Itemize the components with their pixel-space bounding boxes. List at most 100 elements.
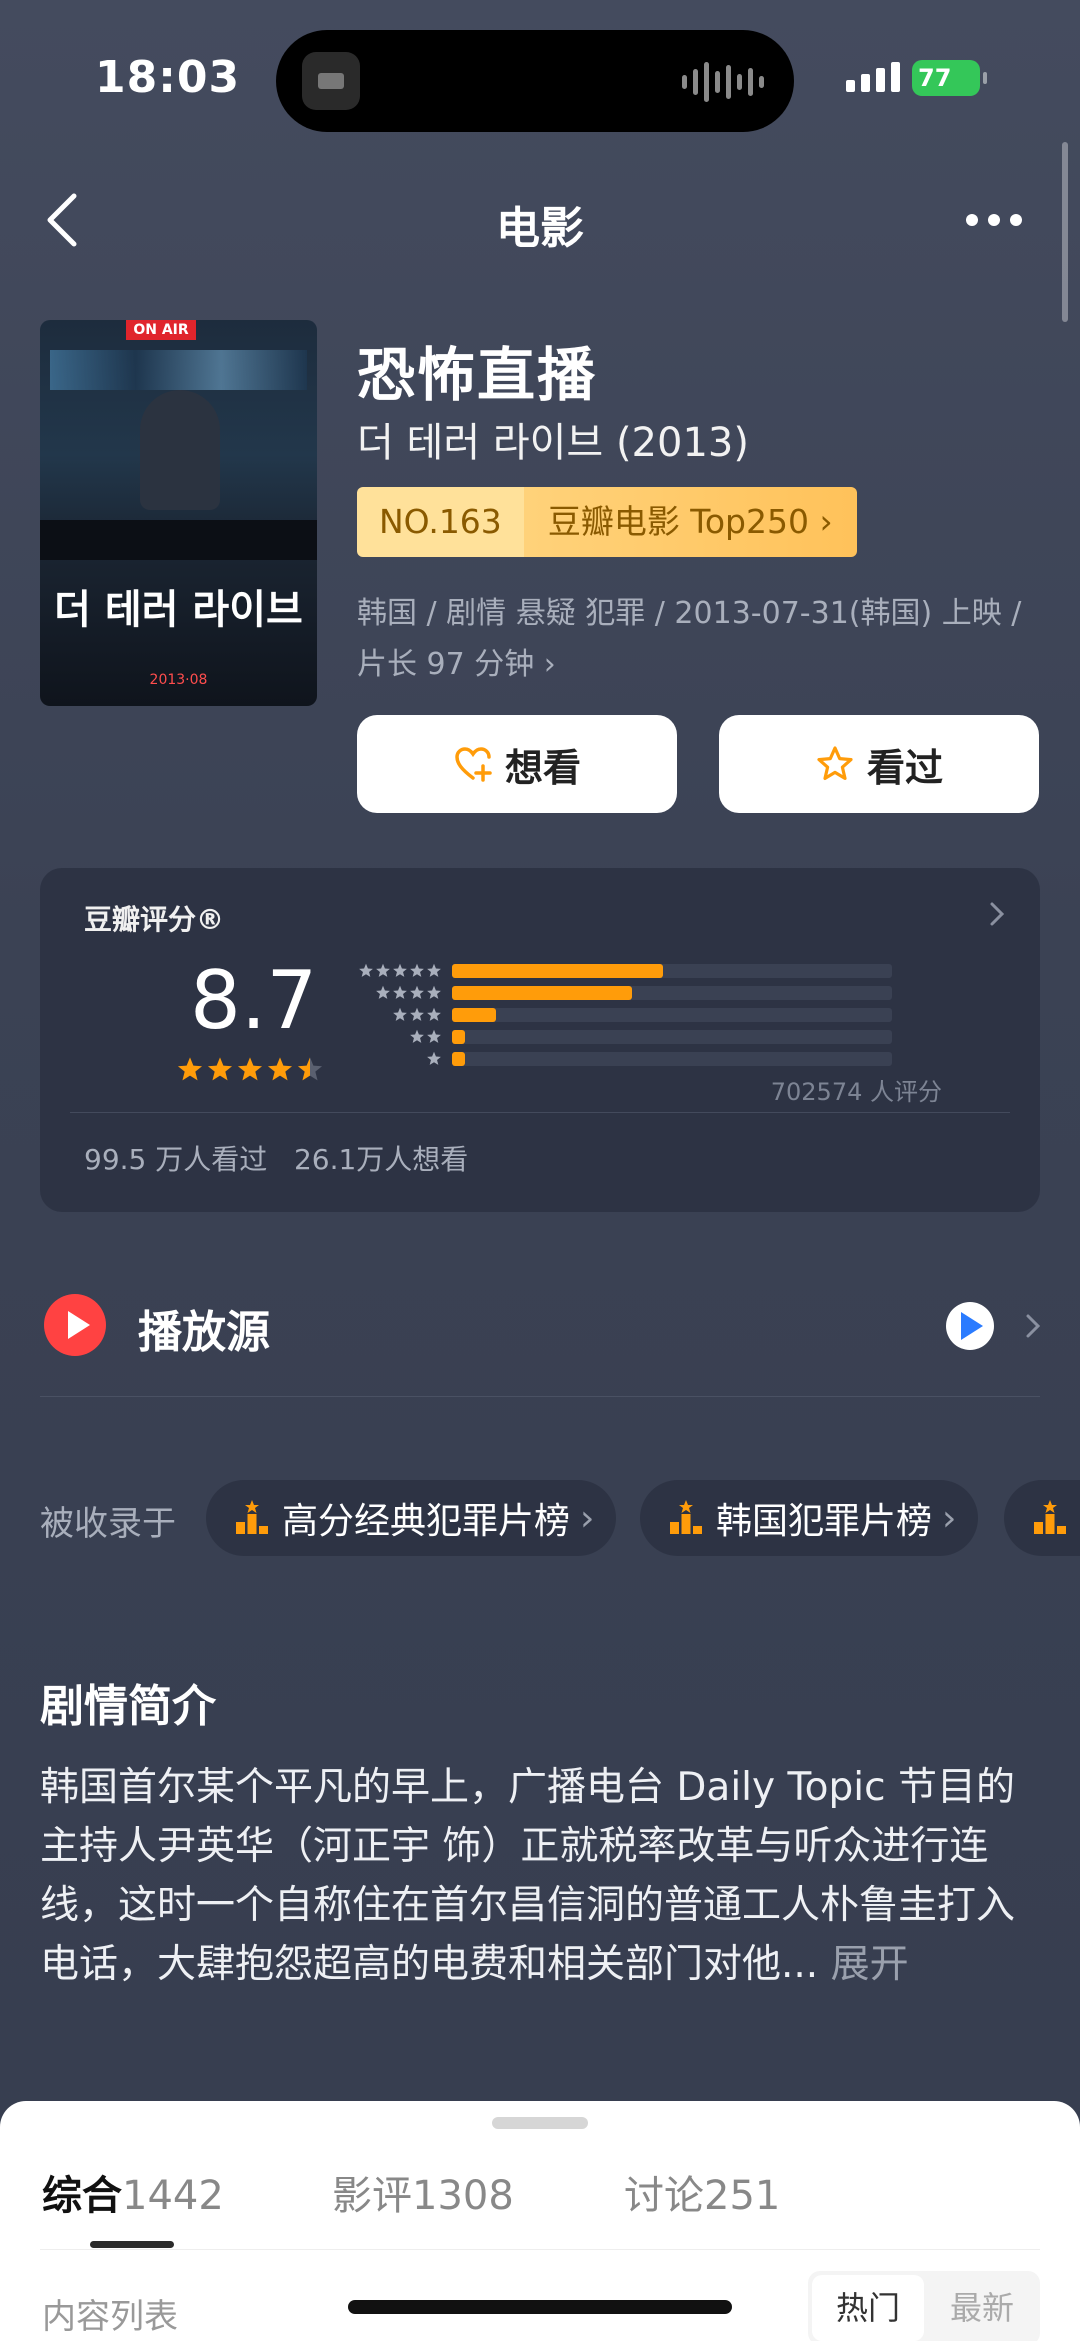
tab-overview[interactable]: 综合1442: [42, 2163, 224, 2221]
star-icon: [237, 1057, 263, 1081]
divider: [40, 2249, 1040, 2250]
rating-bar-row: [350, 960, 910, 982]
battery-icon: 77: [912, 60, 987, 96]
rating-bar-track: [452, 986, 892, 1000]
tab-discussions[interactable]: 讨论251: [624, 2163, 780, 2221]
ranking-icon: [236, 1500, 268, 1534]
divider: [70, 1112, 1010, 1113]
movie-title: 恐怖直播: [357, 341, 598, 409]
small-star-icon: [427, 1051, 441, 1065]
collection-chip[interactable]: 高分经典犯罪片榜 ›: [206, 1480, 617, 1556]
small-star-icon: [410, 1029, 424, 1043]
top250-rank-badge[interactable]: NO.163 豆瓣电影 Top250 ›: [357, 487, 857, 557]
play-source-label: 播放源: [138, 1307, 270, 1358]
small-star-icon: [410, 963, 424, 977]
poster-on-air-sign: ON AIR: [126, 320, 196, 340]
ranking-icon: [1034, 1500, 1066, 1534]
star-icon: [297, 1057, 323, 1081]
battery-level: 77: [918, 64, 952, 92]
more-dots-icon[interactable]: [966, 205, 1032, 235]
active-tab-indicator: [90, 2241, 174, 2248]
video-app-icon: [946, 1302, 994, 1350]
rank-list-name: 豆瓣电影 Top250 ›: [523, 487, 857, 557]
small-star-icon: [393, 1007, 407, 1021]
rating-distribution: [350, 960, 910, 1070]
seen-label: 看过: [866, 745, 943, 790]
play-circle-icon: [44, 1294, 106, 1356]
rating-bar-fill: [452, 1052, 466, 1066]
small-star-icon: [427, 985, 441, 999]
rating-bar-fill: [452, 1030, 466, 1044]
movie-poster[interactable]: ON AIR 더 테러 라이브 2013·08: [40, 320, 317, 706]
expand-link[interactable]: 展开: [831, 1942, 909, 1987]
collection-chip[interactable]: [1004, 1480, 1080, 1556]
sort-new-button[interactable]: 最新: [928, 2275, 1036, 2341]
content-list-label: 内容列表: [42, 2297, 178, 2337]
signal-icon: [846, 62, 900, 92]
sort-hot-button[interactable]: 热门: [812, 2275, 924, 2341]
poster-desk: [40, 520, 317, 560]
chevron-right-icon[interactable]: [982, 896, 1012, 932]
tab-name: 讨论: [624, 2173, 704, 2219]
star-icon: [207, 1057, 233, 1081]
tab-reviews[interactable]: 影评1308: [332, 2163, 514, 2221]
chevron-right-icon: ›: [543, 647, 556, 682]
chevron-right-icon: ›: [819, 502, 833, 541]
tab-name: 综合: [42, 2173, 122, 2219]
collections-label: 被收录于: [40, 1504, 176, 1544]
rating-stars: [176, 1056, 324, 1084]
rating-bar-fill: [452, 964, 664, 978]
want-to-watch-button[interactable]: 想看: [357, 715, 677, 813]
seen-button[interactable]: 看过: [719, 715, 1039, 813]
rating-bar-track: [452, 964, 892, 978]
small-star-icon: [410, 1007, 424, 1021]
rank-number: NO.163: [357, 487, 524, 557]
rating-score: 8.7: [190, 954, 318, 1047]
scrollbar[interactable]: [1062, 142, 1068, 322]
rating-bar-fill: [452, 1008, 496, 1022]
small-star-icon: [359, 963, 373, 977]
rating-bar-stars: [350, 985, 452, 1001]
small-star-icon: [427, 1007, 441, 1021]
poster-date: 2013·08: [149, 672, 208, 688]
rating-card[interactable]: 豆瓣评分® 8.7 702574 人评分 99.5 万人看过 26.1万人想看: [40, 868, 1040, 1212]
rating-bar-row: [350, 1026, 910, 1048]
small-star-icon: [393, 963, 407, 977]
rating-bar-row: [350, 982, 910, 1004]
rating-label: 豆瓣评分®: [84, 903, 225, 936]
heart-plus-icon: [455, 747, 492, 782]
rating-bar-track: [452, 1030, 892, 1044]
collection-name: 韩国犯罪片榜: [716, 1501, 933, 1542]
poster-title: 더 테러 라이브: [54, 587, 303, 633]
home-indicator[interactable]: [348, 2300, 732, 2314]
ranking-icon: [670, 1500, 702, 1534]
wanted-count: 26.1万人想看: [293, 1143, 469, 1176]
recorder-icon: [302, 52, 360, 110]
tab-count: 1442: [122, 2173, 224, 2219]
rating-bar-stars: [350, 1051, 452, 1067]
rating-bar-stars: [350, 1029, 452, 1045]
small-star-icon: [393, 985, 407, 999]
poster-figure: [140, 390, 220, 510]
small-star-icon: [376, 963, 390, 977]
sort-toggle: 热门 最新: [808, 2271, 1040, 2341]
chevron-right-icon: ›: [580, 1497, 595, 1539]
rating-bar-row: [350, 1004, 910, 1026]
page-title: 电影: [496, 203, 584, 254]
dynamic-island: [276, 30, 794, 132]
collection-chip[interactable]: 韩国犯罪片榜 ›: [640, 1480, 979, 1556]
collection-name: 高分经典犯罪片榜: [282, 1501, 571, 1542]
movie-meta[interactable]: 韩国 / 剧情 悬疑 犯罪 / 2013-07-31(韩国) 上映 / 片长 9…: [357, 588, 1037, 690]
play-source-row[interactable]: 播放源: [40, 1282, 1041, 1392]
chevron-right-icon: ›: [942, 1497, 957, 1539]
sheet-handle[interactable]: [492, 2117, 588, 2129]
watched-count: 99.5 万人看过: [84, 1143, 268, 1176]
small-star-icon: [376, 985, 390, 999]
rating-bar-track: [452, 1008, 892, 1022]
divider: [40, 1396, 1040, 1397]
poster-monitors: [50, 350, 307, 390]
movie-original-title: 더 테러 라이브 (2013): [357, 420, 749, 466]
want-label: 想看: [504, 745, 581, 790]
small-star-icon: [427, 1029, 441, 1043]
rating-bar-stars: [350, 963, 452, 979]
